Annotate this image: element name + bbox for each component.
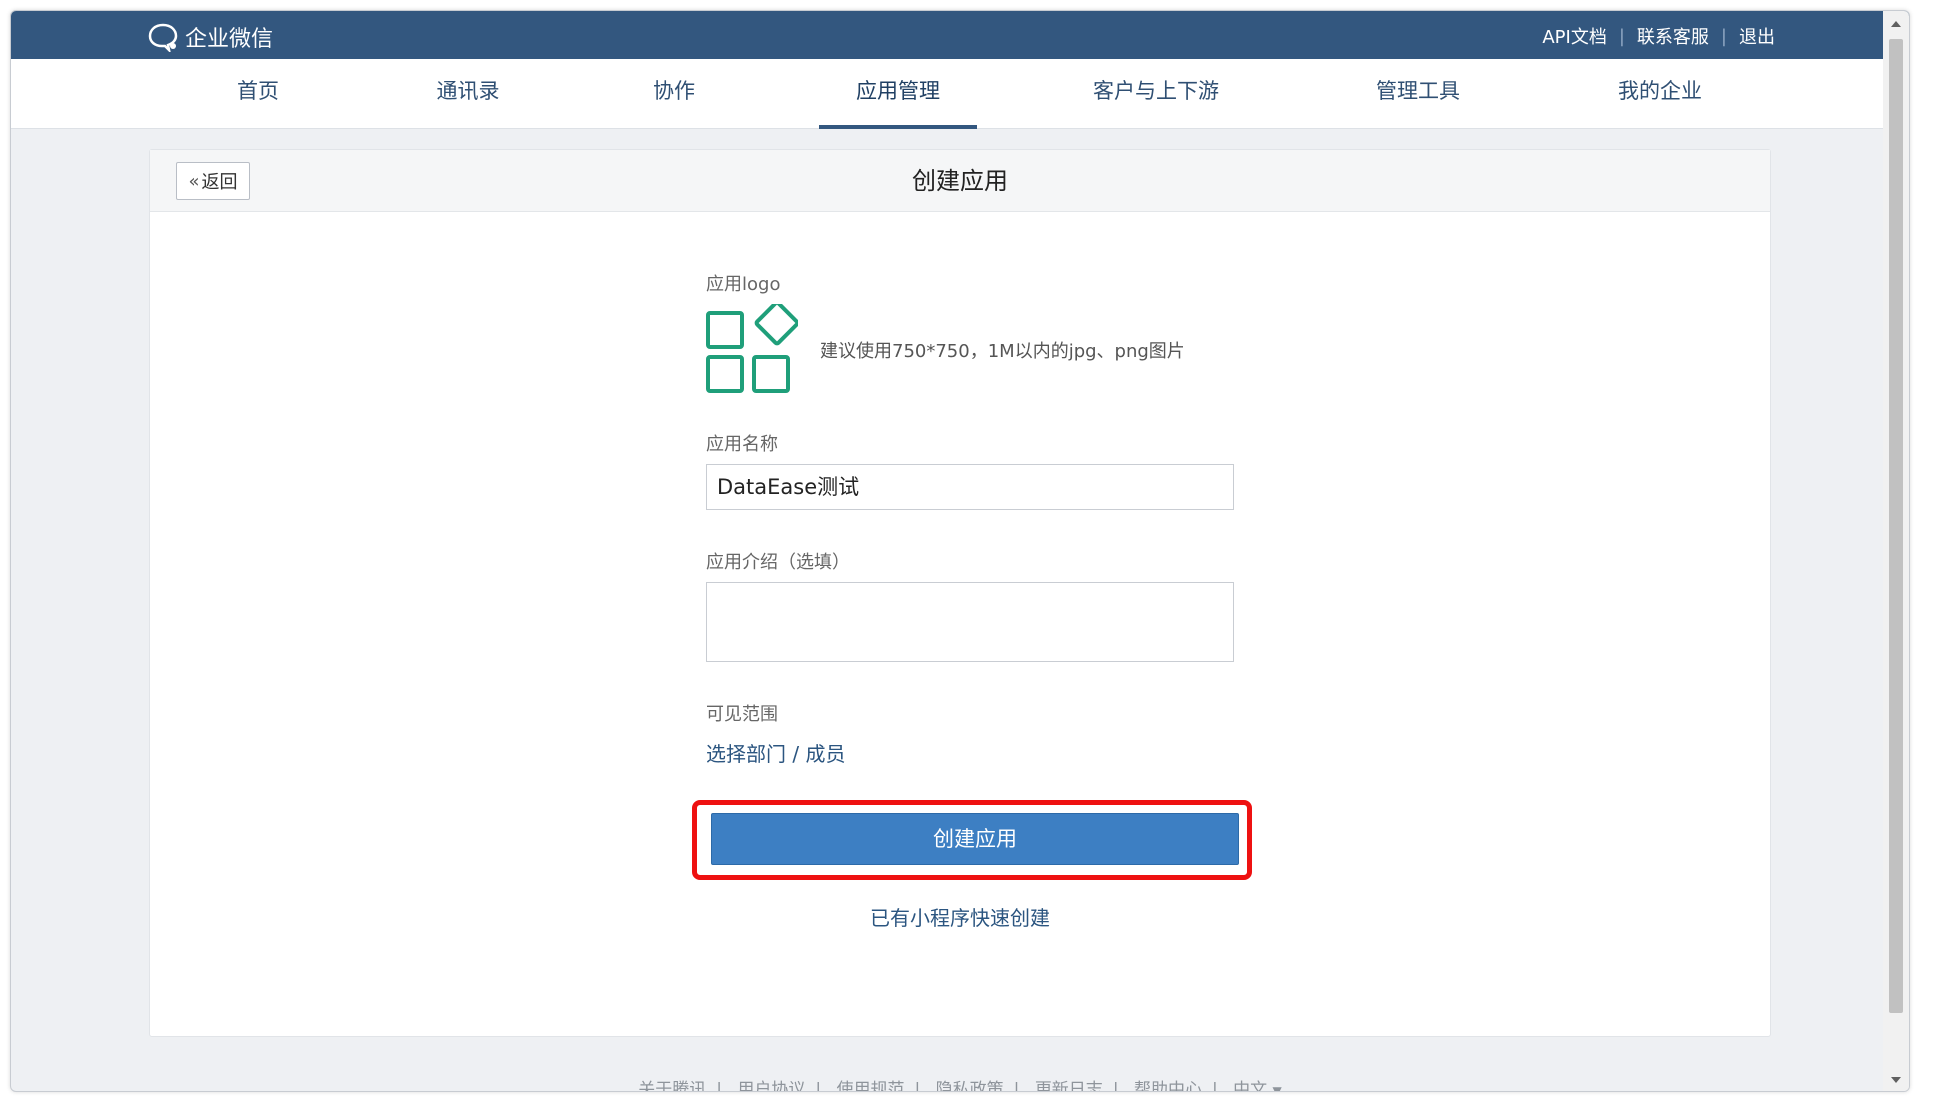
logout-link[interactable]: 退出 <box>1739 23 1775 49</box>
quick-create-from-miniprogram-link[interactable]: 已有小程序快速创建 <box>150 902 1770 931</box>
scroll-down-arrow-icon[interactable] <box>1891 1077 1901 1083</box>
app-intro-label: 应用介绍（选填） <box>706 552 850 573</box>
create-app-card: 创建应用 « 返回 应用logo 建议使用750*750，1M以内的jpg、pn… <box>149 149 1771 1037</box>
nav-management-tools[interactable]: 管理工具 <box>1363 59 1473 129</box>
top-links: API文档 | 联系客服 | 退出 <box>1542 23 1775 49</box>
api-docs-link[interactable]: API文档 <box>1542 23 1606 49</box>
nav-customers-partners[interactable]: 客户与上下游 <box>1081 59 1231 129</box>
visibility-label: 可见范围 <box>706 704 778 725</box>
create-app-form: 应用logo 建议使用750*750，1M以内的jpg、png图片 应用名称 D… <box>706 270 1234 767</box>
footer-link-about[interactable]: 关于腾讯 <box>638 1080 706 1091</box>
highlight-box: 创建应用 <box>692 800 1252 880</box>
caret-down-icon: ▼ <box>1272 1084 1282 1092</box>
contact-support-link[interactable]: 联系客服 <box>1637 23 1709 49</box>
select-departments-members-link[interactable]: 选择部门 / 成员 <box>706 738 845 767</box>
logo-label: 应用logo <box>706 274 781 295</box>
page-title: 创建应用 <box>912 167 1008 195</box>
language-selector[interactable]: 中文 ▼ <box>1233 1080 1282 1092</box>
top-header: 企业微信 API文档 | 联系客服 | 退出 <box>11 11 1909 59</box>
double-chevron-left-icon: « <box>188 170 200 192</box>
footer-link-privacy[interactable]: 隐私政策 <box>936 1080 1004 1091</box>
footer-link-usage-rules[interactable]: 使用规范 <box>837 1080 905 1091</box>
footer-link-help-center[interactable]: 帮助中心 <box>1134 1080 1202 1091</box>
main-nav: 首页 通讯录 协作 应用管理 客户与上下游 管理工具 我的企业 <box>11 59 1909 129</box>
wecom-logo-icon <box>148 23 178 52</box>
logo-hint: 建议使用750*750，1M以内的jpg、png图片 <box>820 341 1185 362</box>
app-logo-upload[interactable] <box>706 300 800 396</box>
logo-row: 建议使用750*750，1M以内的jpg、png图片 <box>706 300 1234 396</box>
nav-home[interactable]: 首页 <box>223 59 293 129</box>
card-header: 创建应用 « 返回 <box>150 150 1770 212</box>
vertical-scrollbar[interactable] <box>1883 11 1909 1091</box>
nav-app-management[interactable]: 应用管理 <box>819 59 977 129</box>
apps-grid-icon <box>706 300 800 393</box>
create-app-button[interactable]: 创建应用 <box>711 813 1239 865</box>
scroll-up-arrow-icon[interactable] <box>1891 21 1901 27</box>
separator: | <box>1720 25 1727 47</box>
footer-link-user-agreement[interactable]: 用户协议 <box>737 1080 805 1091</box>
footer: 关于腾讯 | 用户协议 | 使用规范 | 隐私政策 | 更新日志 | 帮助中心 | 中文 ▼ <box>11 1075 1909 1092</box>
app-name-label: 应用名称 <box>706 434 778 455</box>
browser-window: 企业微信 API文档 | 联系客服 | 退出 首页 通讯录 协作 应用管理 客户… <box>10 10 1910 1092</box>
language-label: 中文 <box>1233 1080 1268 1092</box>
nav-contacts[interactable]: 通讯录 <box>423 59 513 129</box>
brand-logo[interactable]: 企业微信 <box>147 21 273 53</box>
brand-name: 企业微信 <box>185 27 274 52</box>
app-intro-textarea[interactable] <box>706 582 1234 662</box>
back-button[interactable]: « 返回 <box>176 162 250 200</box>
footer-link-changelog[interactable]: 更新日志 <box>1035 1080 1103 1091</box>
scroll-thumb[interactable] <box>1889 39 1903 1013</box>
app-name-input[interactable]: DataEase测试 <box>706 464 1234 510</box>
separator: | <box>1618 25 1625 47</box>
nav-collaboration[interactable]: 协作 <box>639 59 709 129</box>
nav-my-enterprise[interactable]: 我的企业 <box>1605 59 1715 129</box>
back-button-label: 返回 <box>201 172 238 193</box>
